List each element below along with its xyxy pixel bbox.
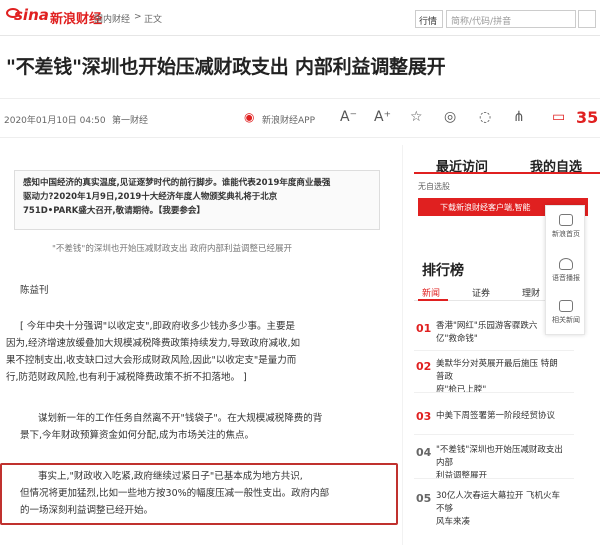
home-icon [559, 214, 573, 226]
image-caption: "不差钱"的深圳也开始压减财政支出 政府内部利益调整已经展开 [52, 244, 293, 254]
voice-broadcast-button[interactable]: 语音播报 [546, 258, 586, 283]
top-bar: sina 新浪财经 国内财经 > 正文 行情 简称/代码/拼音 [0, 0, 600, 36]
rank-item-text[interactable]: 府"枪已上膛" [436, 384, 566, 397]
paragraph-line: 行,防范财政风险,也有利于减税降费政策不折不扣落地。 ] [6, 372, 247, 383]
ranking-title: 排行榜 [422, 263, 464, 279]
sina-app-icon[interactable]: ◉ [244, 110, 254, 124]
rank-tab-news[interactable]: 新闻 [422, 286, 440, 299]
share-icon[interactable]: ⋔ [513, 109, 525, 125]
rank-item-text[interactable]: "不差钱"深圳也开始压减财政支出 内部 [436, 444, 566, 470]
rank-item-text[interactable]: 30亿人次春运大幕拉开 飞机火车不够 [436, 490, 566, 516]
intro-line[interactable]: 751D•PARK盛大召开,敬请期待。【我要参会】 [23, 204, 371, 218]
rank-item-text[interactable]: 风车来凑 [436, 516, 566, 529]
article-title: "不差钱"深圳也开始压减财政支出 内部利益调整展开 [6, 56, 446, 78]
stock-search-input[interactable]: 简称/代码/拼音 [446, 10, 576, 28]
favorite-star-icon[interactable]: ☆ [410, 109, 423, 125]
headphones-icon [559, 258, 573, 270]
wechat-share-icon[interactable]: ◌ [479, 109, 491, 125]
sina-home-button[interactable]: 新浪首页 [546, 214, 586, 239]
rank-number: 05 [416, 492, 432, 505]
breadcrumb-current: 正文 [144, 15, 163, 25]
rank-item-link[interactable]: 30亿人次春运大幕拉开 飞机火车不够 风车来凑 [436, 490, 566, 529]
no-selection-text: 无自选股 [418, 182, 450, 191]
rank-item-text[interactable]: 美默华分对英展开最后施压 特朗普政 [436, 358, 566, 384]
intro-line: 感知中国经济的真实温度,见证逐梦时代的前行脚步。谁能代表2019年度商业最强 [23, 178, 331, 188]
app-download-link[interactable]: 新浪财经APP [262, 113, 315, 126]
rank-item-link[interactable]: 中美下周签署第一阶段经贸协议 [436, 410, 566, 423]
summary-paragraph: [ 今年中央十分强调"以收定支",即政府收多少钱办多少事。主要是 因为,经济增速… [6, 318, 390, 386]
article-date: 2020年01月10日 04:50 [4, 116, 106, 126]
rank-item-text[interactable]: 利益调整展开 [436, 470, 566, 483]
comment-count[interactable]: 35 [576, 108, 598, 127]
rank-divider [414, 350, 574, 351]
body-paragraph: 谋划新一年的工作任务自然离不开"钱袋子"。在大规模减税降费的背 景下,今年财政预… [20, 410, 408, 444]
paragraph-line: 谋划新一年的工作任务自然离不开"钱袋子"。在大规模减税降费的背 [38, 413, 323, 424]
font-increase-icon[interactable]: A⁺ [374, 109, 391, 125]
intro-line: 驱动力?2020年1月9日,2019十大经济年度人物颁奖典礼将于北京 [23, 192, 278, 202]
weibo-share-icon[interactable]: ◎ [444, 109, 456, 125]
article-meta-bar: 2020年01月10日 04:50 第一财经 ◉ 新浪财经APP A⁻ A⁺ ☆… [0, 98, 600, 138]
paragraph-line: 果不控制支出,收支缺口过大会形成财政风险,因此"以收定支"是量力而 [6, 355, 297, 366]
promo-intro-box: 感知中国经济的真实温度,见证逐梦时代的前行脚步。谁能代表2019年度商业最强 驱… [14, 170, 380, 230]
rank-item-text[interactable]: 中美下周签署第一阶段经贸协议 [436, 410, 566, 423]
comment-icon[interactable]: ▭ [552, 109, 565, 125]
sina-logo[interactable]: sina [14, 6, 49, 24]
rank-tab-active-indicator [418, 299, 448, 301]
side-tool-label: 新浪首页 [552, 230, 580, 238]
rank-divider [414, 392, 574, 393]
side-tool-label: 语音播报 [552, 274, 580, 282]
rank-number: 04 [416, 446, 432, 459]
paragraph-line: 因为,经济增速放缓叠加大规模减税降费政策持续发力,导致政府减收,如 [6, 338, 301, 349]
tab-underline [414, 172, 600, 174]
rank-tab-finance[interactable]: 理财 [522, 286, 540, 299]
breadcrumb-separator: > [134, 12, 142, 22]
font-decrease-icon[interactable]: A⁻ [340, 109, 357, 125]
rank-number: 03 [416, 410, 432, 423]
rank-number: 02 [416, 360, 432, 373]
highlight-annotation-box [0, 463, 398, 525]
rank-divider [414, 478, 574, 479]
market-select[interactable]: 行情 [415, 10, 443, 28]
rank-tab-securities[interactable]: 证券 [472, 286, 490, 299]
side-tool-label: 相关新闻 [552, 316, 580, 324]
paragraph-line: [ 今年中央十分强调"以收定支",即政府收多少钱办多少事。主要是 [20, 321, 295, 332]
article-source[interactable]: 第一财经 [112, 113, 148, 126]
breadcrumb-domestic[interactable]: 国内财经 [94, 12, 130, 25]
floating-side-toolbar: 新浪首页 语音播报 相关新闻 [545, 205, 585, 335]
article-author: 陈益刊 [20, 285, 49, 296]
document-icon [559, 300, 573, 312]
search-icon[interactable] [578, 10, 596, 28]
rank-divider [414, 434, 574, 435]
paragraph-line: 景下,今年财政预算资金如何分配,成为市场关注的焦点。 [20, 430, 255, 441]
rank-number: 01 [416, 322, 432, 335]
related-news-button[interactable]: 相关新闻 [546, 300, 586, 325]
